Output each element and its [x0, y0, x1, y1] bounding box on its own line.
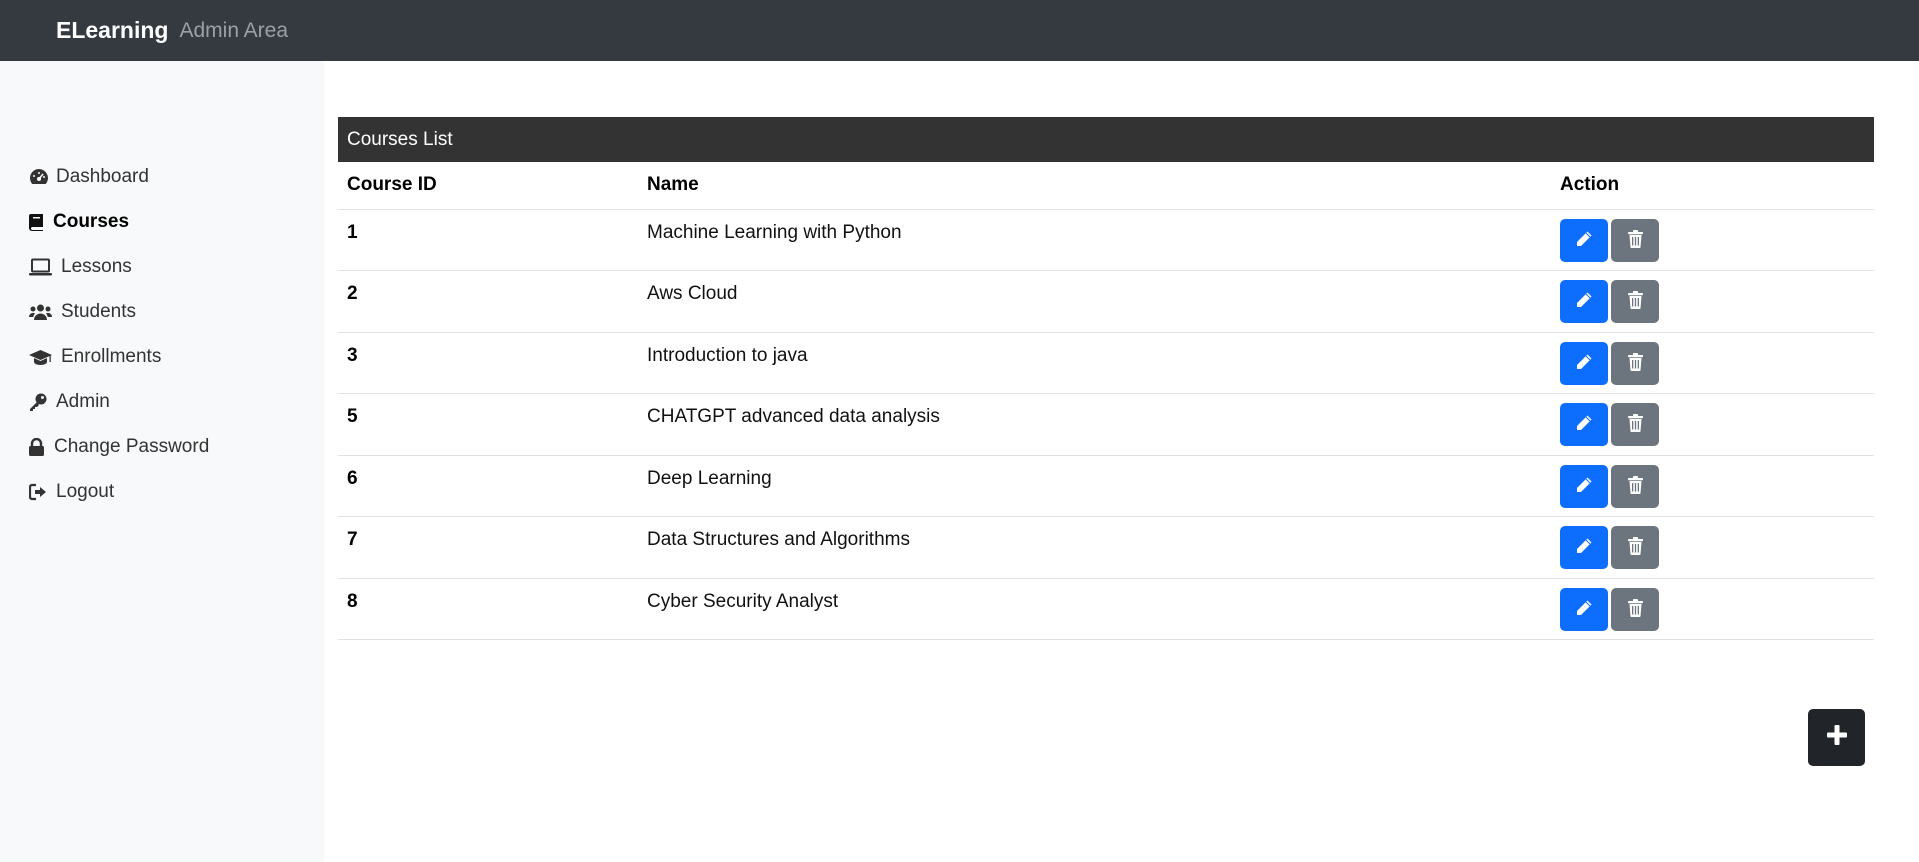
users-icon [29, 303, 56, 321]
action-cell [1551, 209, 1874, 271]
course-name-cell: Aws Cloud [638, 270, 1551, 333]
logout-icon [29, 483, 51, 501]
table-row: 7 Data Structures and Algorithms [338, 516, 1874, 579]
trash-icon [1627, 598, 1643, 620]
sidebar-item-courses[interactable]: Courses [29, 199, 209, 244]
book-icon [29, 213, 48, 231]
course-name-cell: Deep Learning [638, 455, 1551, 517]
trash-icon [1627, 291, 1643, 312]
pencil-icon [1575, 599, 1593, 620]
column-header-course-id: Course ID [338, 162, 638, 210]
course-name-cell: Data Structures and Algorithms [638, 516, 1551, 579]
pencil-icon [1575, 353, 1593, 374]
table-row: 6 Deep Learning [338, 455, 1874, 517]
table-row: 5 CHATGPT advanced data analysis [338, 393, 1874, 456]
column-header-action: Action [1551, 162, 1874, 210]
sidebar-item-admin[interactable]: Admin [29, 379, 209, 424]
table-row: 2 Aws Cloud [338, 270, 1874, 333]
course-id-cell: 3 [338, 332, 638, 394]
trash-icon [1627, 414, 1643, 435]
course-name-cell: Introduction to java [638, 332, 1551, 394]
courses-list-header: Courses List [338, 117, 1874, 162]
column-header-name: Name [638, 162, 1551, 210]
pencil-icon [1575, 414, 1593, 435]
main-content: Courses List Course ID Name Action 1 Mach… [338, 117, 1874, 640]
pencil-icon [1575, 291, 1593, 312]
action-cell [1551, 516, 1874, 579]
course-id-cell: 1 [338, 209, 638, 271]
delete-course-button[interactable] [1611, 526, 1659, 569]
delete-course-button[interactable] [1611, 587, 1659, 631]
pencil-icon [1575, 537, 1593, 558]
sidebar-item-label: Logout [56, 480, 115, 502]
trash-icon [1627, 475, 1643, 497]
delete-course-button[interactable] [1611, 403, 1659, 446]
edit-course-button[interactable] [1560, 464, 1608, 508]
course-name-cell: Machine Learning with Python [638, 209, 1551, 271]
courses-table-body: 1 Machine Learning with Python 2 Aws Cloud 3… [338, 209, 1874, 640]
sidebar-item-dashboard[interactable]: Dashboard [29, 154, 209, 199]
sidebar-nav: Dashboard Courses Lessons Students Enrol… [29, 154, 209, 514]
action-cell [1551, 270, 1874, 333]
delete-course-button[interactable] [1611, 341, 1659, 385]
action-cell [1551, 578, 1874, 640]
edit-course-button[interactable] [1560, 218, 1608, 262]
trash-icon [1627, 352, 1643, 374]
add-course-button[interactable] [1808, 709, 1865, 766]
trash-icon [1627, 229, 1643, 251]
pencil-icon [1575, 230, 1593, 251]
sidebar-item-logout[interactable]: Logout [29, 469, 209, 514]
pencil-icon [1575, 476, 1593, 497]
sidebar-item-label: Courses [53, 210, 130, 232]
sidebar: Dashboard Courses Lessons Students Enrol… [0, 61, 322, 862]
table-row: 8 Cyber Security Analyst [338, 578, 1874, 640]
graduation-cap-icon [29, 348, 56, 366]
course-id-cell: 6 [338, 455, 638, 517]
plus-icon [1826, 724, 1848, 752]
sidebar-item-label: Admin [56, 390, 110, 412]
sidebar-item-label: Change Password [54, 435, 210, 457]
delete-course-button[interactable] [1611, 280, 1659, 323]
top-navbar: ELearning Admin Area [0, 0, 1919, 61]
delete-course-button[interactable] [1611, 464, 1659, 508]
delete-course-button[interactable] [1611, 218, 1659, 262]
sidebar-item-label: Students [61, 300, 136, 322]
table-header-row: Course ID Name Action [338, 162, 1874, 210]
course-name-cell: Cyber Security Analyst [638, 578, 1551, 640]
course-id-cell: 5 [338, 393, 638, 456]
key-icon [29, 393, 51, 411]
lock-icon [29, 437, 49, 456]
sidebar-item-label: Dashboard [56, 165, 149, 187]
course-id-cell: 8 [338, 578, 638, 640]
action-cell [1551, 455, 1874, 517]
action-cell [1551, 332, 1874, 394]
table-row: 3 Introduction to java [338, 332, 1874, 394]
admin-area-label: Admin Area [179, 18, 289, 42]
courses-table: Course ID Name Action 1 Machine Learning … [338, 162, 1874, 640]
sidebar-item-students[interactable]: Students [29, 289, 209, 334]
table-row: 1 Machine Learning with Python [338, 209, 1874, 271]
sidebar-item-label: Lessons [61, 255, 132, 277]
gauge-icon [29, 168, 51, 186]
sidebar-item-change-password[interactable]: Change Password [29, 424, 209, 469]
brand-logo-text[interactable]: ELearning [56, 17, 168, 44]
sidebar-item-enrollments[interactable]: Enrollments [29, 334, 209, 379]
edit-course-button[interactable] [1560, 280, 1608, 323]
course-id-cell: 7 [338, 516, 638, 579]
trash-icon [1627, 537, 1643, 558]
sidebar-item-lessons[interactable]: Lessons [29, 244, 209, 289]
edit-course-button[interactable] [1560, 587, 1608, 631]
edit-course-button[interactable] [1560, 526, 1608, 569]
edit-course-button[interactable] [1560, 403, 1608, 446]
laptop-icon [29, 258, 56, 276]
edit-course-button[interactable] [1560, 341, 1608, 385]
action-cell [1551, 393, 1874, 456]
sidebar-item-label: Enrollments [61, 345, 162, 367]
course-id-cell: 2 [338, 270, 638, 333]
course-name-cell: CHATGPT advanced data analysis [638, 393, 1551, 456]
